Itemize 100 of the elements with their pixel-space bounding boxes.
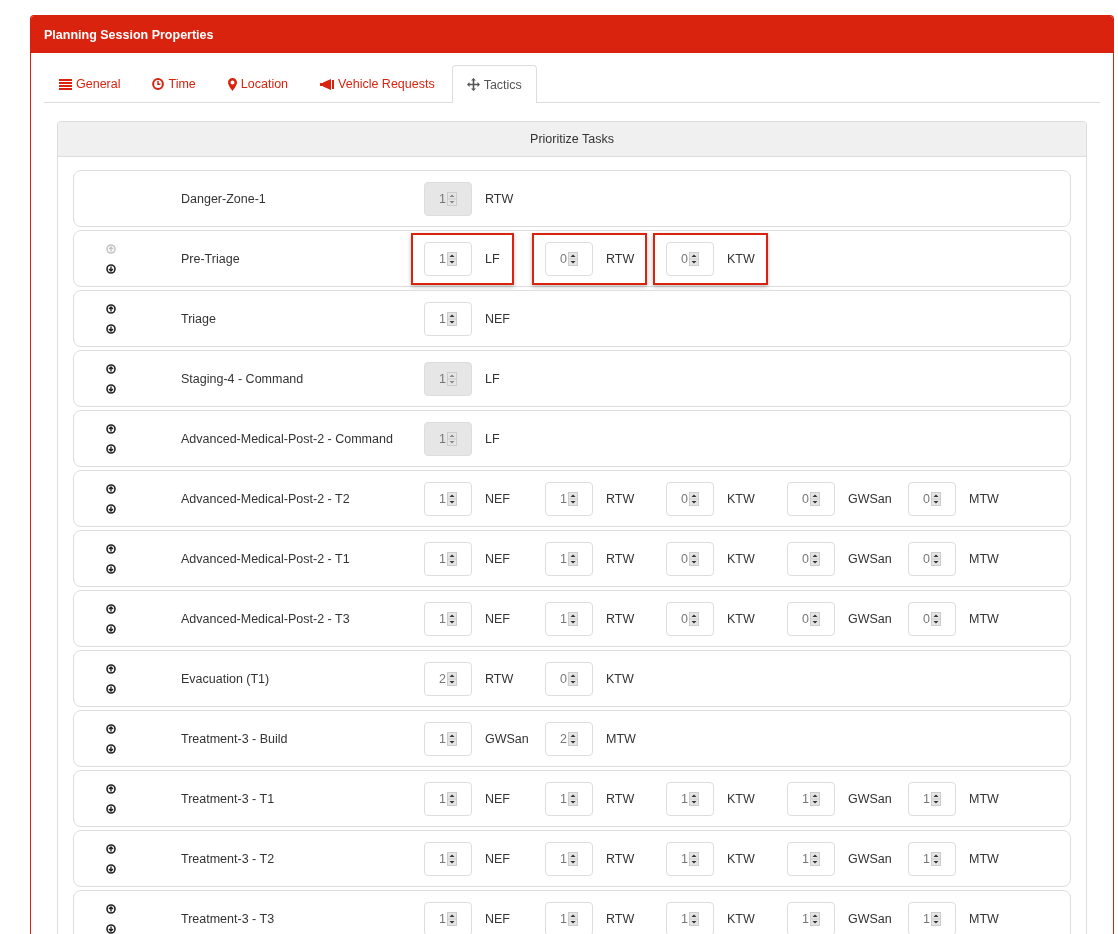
stepper-icon[interactable] [810,611,820,626]
number-field[interactable]: 0 [666,541,714,576]
number-field[interactable]: 1 [424,781,472,816]
stepper-icon[interactable] [447,551,457,566]
stepper-icon[interactable] [810,911,820,926]
tab[interactable]: Tactics [451,65,537,103]
number-field[interactable]: 0 [908,601,956,636]
number-field[interactable]: 1 [908,841,956,876]
stepper-icon[interactable] [447,251,457,266]
stepper-icon[interactable] [568,731,578,746]
stepper-icon[interactable] [568,611,578,626]
tab[interactable]: Vehicle Requests [305,65,450,102]
stepper-icon[interactable] [931,791,941,806]
number-field[interactable]: 1 [666,841,714,876]
move-down-icon[interactable] [106,323,116,334]
stepper-icon[interactable] [810,551,820,566]
move-down-icon[interactable] [106,803,116,814]
number-field[interactable]: 1 [545,841,593,876]
stepper-icon[interactable] [810,491,820,506]
number-field[interactable]: 0 [908,481,956,516]
move-up-icon[interactable] [106,783,116,794]
number-field[interactable]: 0 [787,601,835,636]
stepper-icon[interactable] [689,551,699,566]
number-field[interactable]: 1 [424,601,472,636]
number-field[interactable]: 0 [545,661,593,696]
stepper-icon[interactable] [689,251,699,266]
stepper-icon[interactable] [689,911,699,926]
move-up-icon[interactable] [106,603,116,614]
move-up-icon[interactable] [106,723,116,734]
number-field[interactable]: 1 [545,601,593,636]
number-field[interactable]: 1 [545,541,593,576]
number-field[interactable]: 1 [787,901,835,934]
stepper-icon[interactable] [931,851,941,866]
move-up-icon[interactable] [106,363,116,374]
stepper-icon[interactable] [568,491,578,506]
tab[interactable]: Time [137,65,211,102]
move-up-icon[interactable] [106,303,116,314]
stepper-icon[interactable] [568,551,578,566]
stepper-icon[interactable] [568,251,578,266]
number-field[interactable]: 1 [787,841,835,876]
stepper-icon[interactable] [447,791,457,806]
stepper-icon[interactable] [447,731,457,746]
number-field[interactable]: 1 [545,481,593,516]
number-field[interactable]: 0 [545,241,593,276]
stepper-icon[interactable] [931,611,941,626]
number-field[interactable]: 1 [787,781,835,816]
tab[interactable]: General [44,65,136,102]
number-field[interactable]: 1 [666,901,714,934]
move-down-icon[interactable] [106,743,116,754]
number-field[interactable]: 1 [424,841,472,876]
move-down-icon[interactable] [106,383,116,394]
move-up-icon[interactable] [106,843,116,854]
move-down-icon[interactable] [106,503,116,514]
move-up-icon[interactable] [106,543,116,554]
stepper-icon[interactable] [689,611,699,626]
move-up-icon[interactable] [106,903,116,914]
stepper-icon[interactable] [447,671,457,686]
number-field[interactable]: 0 [908,541,956,576]
number-field[interactable]: 1 [424,301,472,336]
stepper-icon[interactable] [568,911,578,926]
number-field[interactable]: 0 [787,481,835,516]
stepper-icon[interactable] [447,611,457,626]
move-up-icon[interactable] [106,483,116,494]
move-down-icon[interactable] [106,863,116,874]
number-field[interactable]: 1 [908,901,956,934]
number-field[interactable]: 1 [545,901,593,934]
stepper-icon[interactable] [447,851,457,866]
stepper-icon[interactable] [568,791,578,806]
number-field[interactable]: 0 [666,481,714,516]
number-field[interactable]: 1 [545,781,593,816]
move-down-icon[interactable] [106,443,116,454]
move-up-icon[interactable] [106,423,116,434]
number-field[interactable]: 1 [424,541,472,576]
stepper-icon[interactable] [447,491,457,506]
stepper-icon[interactable] [447,911,457,926]
move-up-icon[interactable] [106,663,116,674]
stepper-icon[interactable] [447,311,457,326]
stepper-icon[interactable] [931,911,941,926]
number-field[interactable]: 0 [666,601,714,636]
number-field[interactable]: 0 [666,241,714,276]
number-field[interactable]: 1 [424,901,472,934]
number-field[interactable]: 2 [424,661,472,696]
move-down-icon[interactable] [106,623,116,634]
stepper-icon[interactable] [689,791,699,806]
stepper-icon[interactable] [568,671,578,686]
number-field[interactable]: 1 [424,721,472,756]
stepper-icon[interactable] [931,551,941,566]
move-down-icon[interactable] [106,563,116,574]
stepper-icon[interactable] [810,851,820,866]
stepper-icon[interactable] [931,491,941,506]
stepper-icon[interactable] [689,491,699,506]
number-field[interactable]: 1 [908,781,956,816]
number-field[interactable]: 1 [424,241,472,276]
number-field[interactable]: 0 [787,541,835,576]
move-down-icon[interactable] [106,263,116,274]
move-down-icon[interactable] [106,923,116,934]
number-field[interactable]: 2 [545,721,593,756]
number-field[interactable]: 1 [424,481,472,516]
number-field[interactable]: 1 [666,781,714,816]
stepper-icon[interactable] [568,851,578,866]
